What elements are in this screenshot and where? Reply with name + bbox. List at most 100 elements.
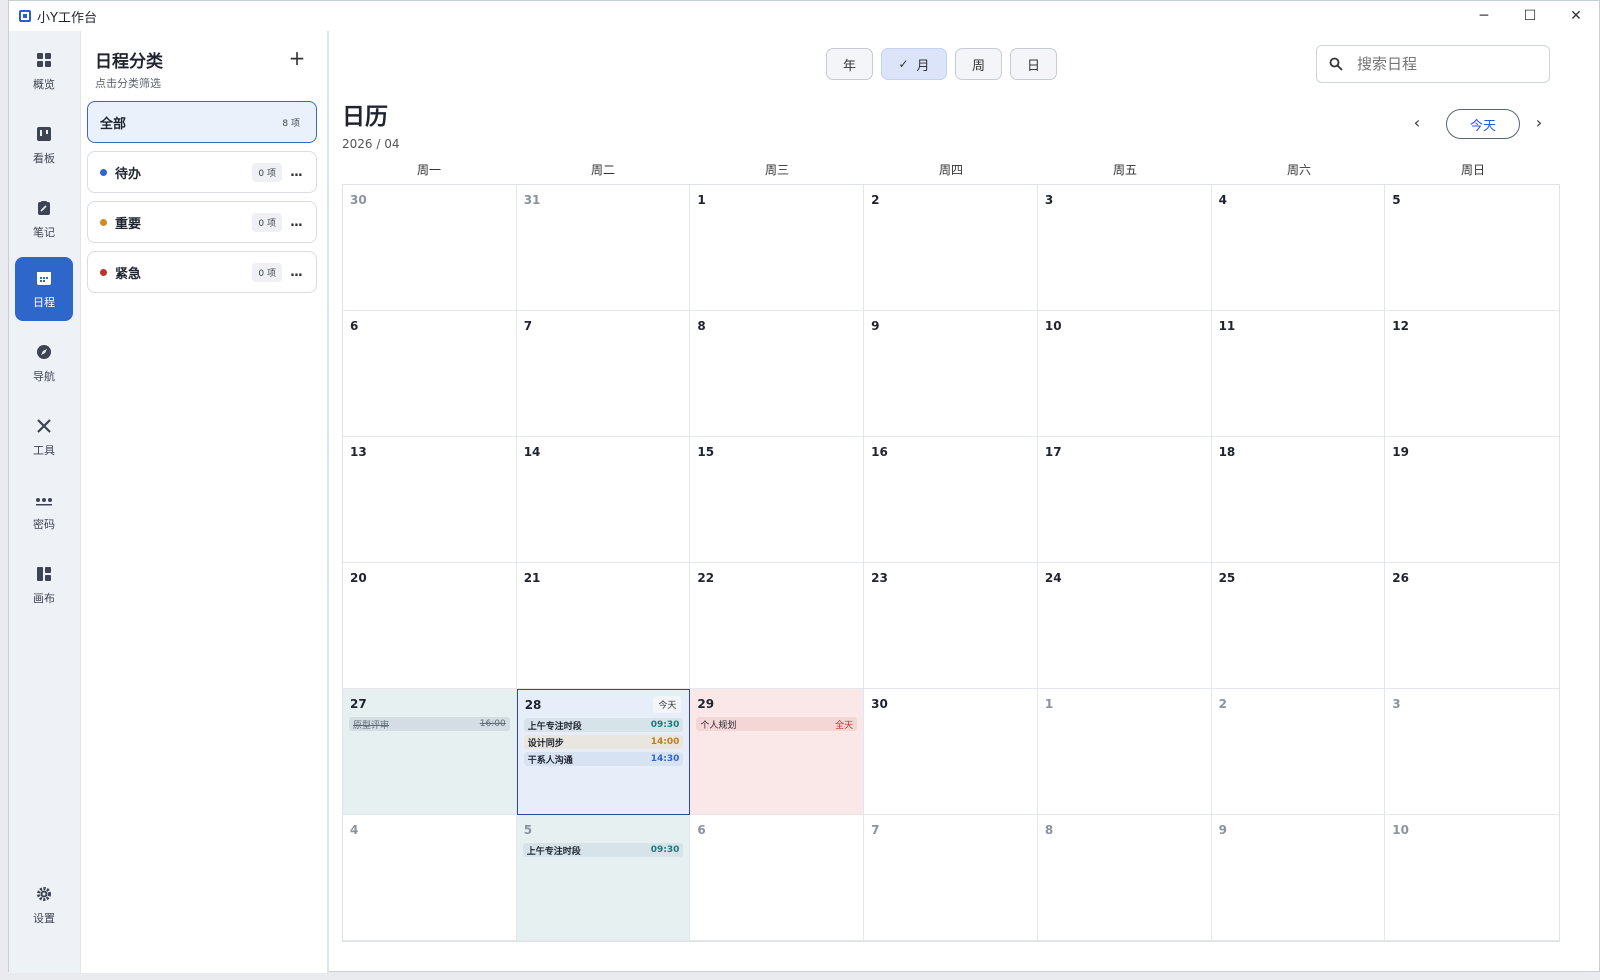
day-cell[interactable]: 1: [690, 185, 865, 311]
next-month-button[interactable]: ›: [1529, 113, 1549, 133]
day-cell[interactable]: 10: [1385, 815, 1559, 941]
day-cell[interactable]: 16: [864, 437, 1038, 563]
event-time: 16:00: [479, 719, 506, 729]
rail-item-notes[interactable]: 笔记: [15, 187, 73, 251]
day-cell[interactable]: 9: [1211, 815, 1386, 941]
day-cell[interactable]: 30: [343, 185, 517, 311]
day-cell[interactable]: 1: [1037, 689, 1212, 815]
event-list: 上午专注时段 09:30: [522, 843, 684, 857]
day-number: 6: [697, 823, 706, 837]
day-cell[interactable]: 3: [1385, 689, 1559, 815]
rail-item-kanban[interactable]: 看板: [15, 113, 73, 177]
search-box[interactable]: [1316, 45, 1550, 83]
event-item[interactable]: 干系人沟通 14:30: [523, 752, 684, 766]
rail-item-tools[interactable]: 工具: [15, 405, 73, 469]
day-cell[interactable]: 5 上午专注时段 09:30: [516, 815, 691, 941]
event-item[interactable]: 上午专注时段 09:30: [522, 843, 684, 857]
view-day-button[interactable]: 日: [1010, 48, 1057, 80]
rail-item-canvas[interactable]: 画布: [15, 553, 73, 617]
day-cell[interactable]: 22: [690, 563, 865, 689]
category-count: 0 项: [252, 212, 282, 232]
event-time: 全天: [835, 720, 854, 731]
view-month-button[interactable]: ✓ 月: [881, 48, 947, 80]
day-cell[interactable]: 19: [1385, 437, 1559, 563]
day-cell[interactable]: 24: [1037, 563, 1212, 689]
day-number: 30: [350, 193, 367, 207]
day-number: 11: [1218, 319, 1236, 333]
view-week-button[interactable]: 周: [955, 48, 1002, 80]
event-item[interactable]: 上午专注时段 09:30: [523, 718, 684, 732]
day-cell[interactable]: 20: [343, 563, 517, 689]
day-cell[interactable]: 4: [1211, 185, 1386, 311]
day-cell[interactable]: 7: [516, 311, 691, 437]
day-cell[interactable]: 25: [1211, 563, 1386, 689]
category-item-all[interactable]: 全部 8 项: [87, 101, 317, 143]
event-item[interactable]: 个人规划 全天: [696, 717, 858, 731]
day-cell-today[interactable]: 28 今天 上午专注时段 09:30 设计同步 14:00 干系人沟通 14:30: [516, 689, 691, 815]
day-cell[interactable]: 7: [864, 815, 1038, 941]
day-cell[interactable]: 4: [343, 815, 517, 941]
day-cell[interactable]: 26: [1385, 563, 1559, 689]
day-cell[interactable]: 6: [343, 311, 517, 437]
day-cell[interactable]: 8: [690, 311, 865, 437]
minimize-button[interactable]: ─: [1461, 1, 1507, 31]
day-number: 27: [350, 697, 367, 711]
day-cell[interactable]: 2: [1211, 689, 1386, 815]
more-options-icon[interactable]: ...: [290, 215, 306, 230]
day-cell[interactable]: 2: [864, 185, 1038, 311]
rail-item-settings[interactable]: 设置: [15, 873, 73, 937]
weekday-label: 周日: [1460, 163, 1485, 177]
day-cell[interactable]: 31: [516, 185, 691, 311]
rail-item-password[interactable]: 密码: [15, 479, 73, 543]
view-year-button[interactable]: 年: [826, 48, 873, 80]
category-count: 0 项: [252, 162, 282, 182]
event-title: 上午专注时段: [526, 846, 581, 857]
day-cell[interactable]: 27 原型评审 16:00: [343, 689, 517, 815]
day-cell[interactable]: 10: [1037, 311, 1212, 437]
day-cell[interactable]: 30: [864, 689, 1038, 815]
page-title: 日历: [342, 104, 388, 130]
rail-item-navigation[interactable]: 导航: [15, 331, 73, 395]
category-count: 0 项: [252, 262, 282, 282]
day-cell[interactable]: 29 个人规划 全天: [690, 689, 865, 815]
category-count: 8 项: [282, 118, 300, 129]
rail-item-overview[interactable]: 概览: [15, 39, 73, 103]
category-subtitle: 点击分类筛选: [95, 77, 161, 90]
day-number: 12: [1392, 319, 1409, 333]
day-cell[interactable]: 23: [864, 563, 1038, 689]
event-item[interactable]: 原型评审 16:00: [349, 717, 510, 731]
tools-icon: [34, 416, 54, 436]
day-cell[interactable]: 8: [1037, 815, 1212, 941]
more-options-icon[interactable]: ...: [290, 265, 306, 280]
day-number: 2: [871, 193, 880, 207]
day-cell[interactable]: 14: [516, 437, 691, 563]
close-button[interactable]: ✕: [1553, 1, 1599, 31]
app-logo-icon: [19, 10, 31, 22]
day-cell[interactable]: 3: [1037, 185, 1212, 311]
more-options-icon[interactable]: ...: [290, 165, 306, 180]
day-cell[interactable]: 15: [690, 437, 865, 563]
day-cell[interactable]: 17: [1037, 437, 1212, 563]
category-name: 待办: [115, 166, 142, 182]
day-cell[interactable]: 11: [1211, 311, 1386, 437]
day-number: 8: [1044, 823, 1054, 837]
day-number: 31: [523, 193, 541, 207]
prev-month-button[interactable]: ‹: [1407, 113, 1427, 133]
rail-label: 导航: [33, 370, 55, 383]
maximize-button[interactable]: ☐: [1507, 1, 1553, 31]
category-item-urgent[interactable]: 紧急 0 项 ...: [87, 251, 317, 293]
day-cell[interactable]: 13: [343, 437, 517, 563]
category-item-todo[interactable]: 待办 0 项 ...: [87, 151, 317, 193]
event-item[interactable]: 设计同步 14:00: [523, 735, 684, 749]
rail-item-schedule[interactable]: 日程: [15, 257, 73, 321]
day-cell[interactable]: 5: [1385, 185, 1559, 311]
day-cell[interactable]: 21: [516, 563, 691, 689]
search-input[interactable]: [1357, 55, 1527, 73]
today-button[interactable]: 今天: [1446, 109, 1520, 139]
day-cell[interactable]: 18: [1211, 437, 1386, 563]
add-category-button[interactable]: +: [285, 47, 309, 71]
day-cell[interactable]: 6: [690, 815, 865, 941]
category-item-important[interactable]: 重要 0 项 ...: [87, 201, 317, 243]
day-cell[interactable]: 9: [864, 311, 1038, 437]
day-cell[interactable]: 12: [1385, 311, 1559, 437]
